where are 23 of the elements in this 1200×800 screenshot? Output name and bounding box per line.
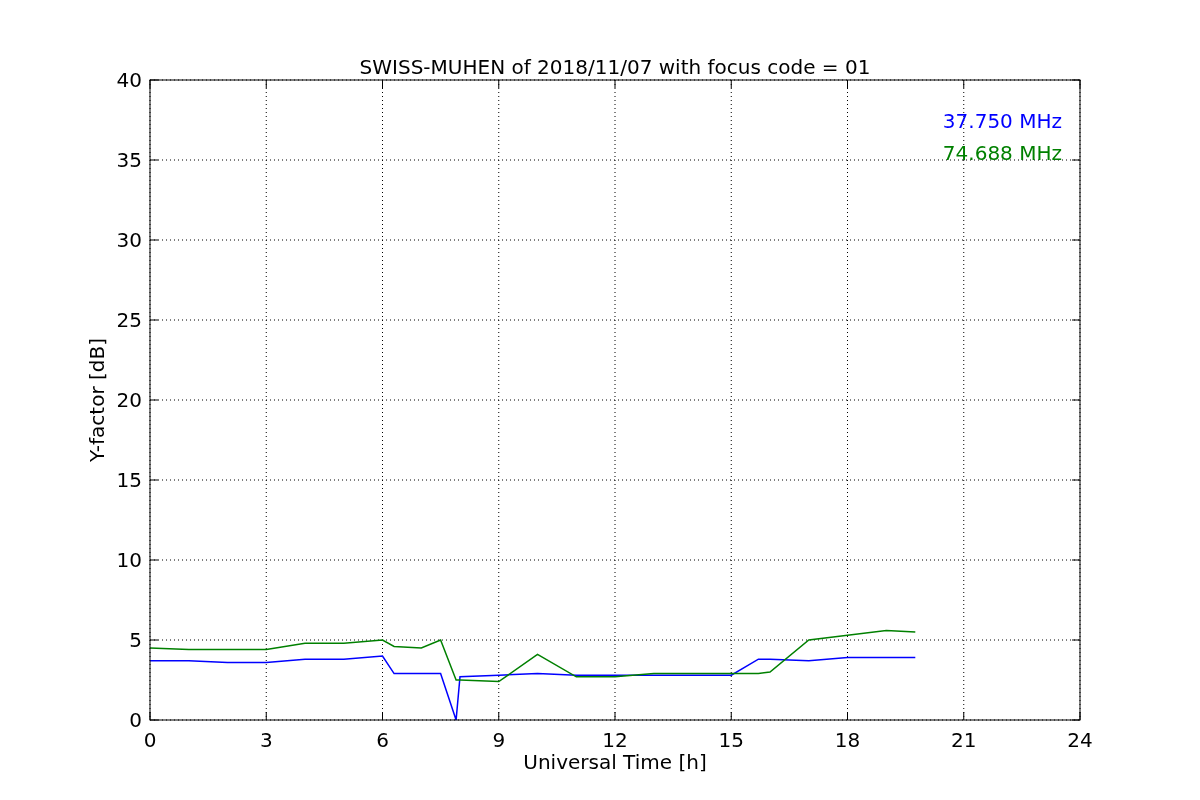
- x-tick-label: 18: [834, 728, 861, 752]
- x-tick-label: 21: [951, 728, 977, 752]
- x-axis-label: Universal Time [h]: [523, 750, 707, 774]
- x-tick-label: 6: [376, 728, 389, 752]
- x-tick-label: 9: [492, 728, 506, 752]
- x-tick-label: 3: [259, 728, 273, 752]
- y-tick-label: 0: [129, 708, 142, 732]
- x-tick-label: 0: [143, 728, 157, 752]
- y-tick-label: 10: [116, 548, 142, 572]
- y-axis-label: Y-factor [dB]: [85, 338, 109, 462]
- x-tick-label: 24: [1067, 728, 1093, 752]
- y-tick-label: 35: [116, 148, 142, 172]
- x-tick-label: 15: [718, 728, 744, 752]
- y-tick-label: 25: [116, 308, 142, 332]
- y-tick-label: 40: [116, 68, 142, 92]
- x-tick-label: 12: [602, 728, 628, 752]
- y-tick-label: 20: [116, 388, 142, 412]
- y-tick-label: 5: [129, 628, 142, 652]
- legend-label: 37.750 MHz: [942, 109, 1062, 133]
- chart-title: SWISS-MUHEN of 2018/11/07 with focus code = 01: [359, 55, 871, 79]
- y-tick-label: 15: [116, 468, 142, 492]
- legend-label: 74.688 MHz: [942, 141, 1062, 165]
- y-tick-label: 30: [116, 228, 142, 252]
